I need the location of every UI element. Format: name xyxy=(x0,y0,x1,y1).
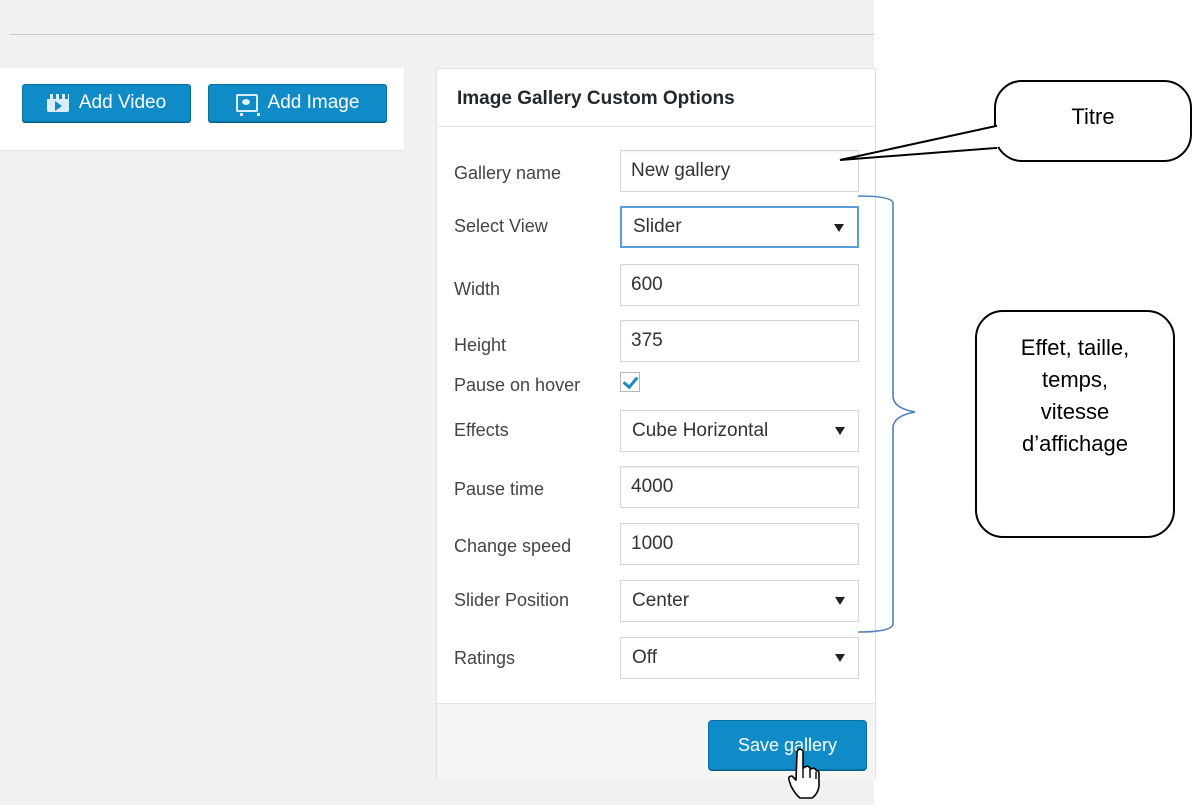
effet-line-4: d’affichage xyxy=(1021,431,1128,456)
effet-callout: Effet, taille, temps, vitesse d’affichag… xyxy=(975,310,1175,538)
titre-callout-text: Titre xyxy=(1071,104,1115,129)
titre-callout: Titre xyxy=(994,80,1192,162)
effet-line-3: vitesse xyxy=(1040,399,1110,424)
effet-line-2: temps, xyxy=(1041,367,1109,392)
settings-bracket xyxy=(857,195,916,633)
effet-line-1: Effet, taille, xyxy=(1020,335,1130,360)
